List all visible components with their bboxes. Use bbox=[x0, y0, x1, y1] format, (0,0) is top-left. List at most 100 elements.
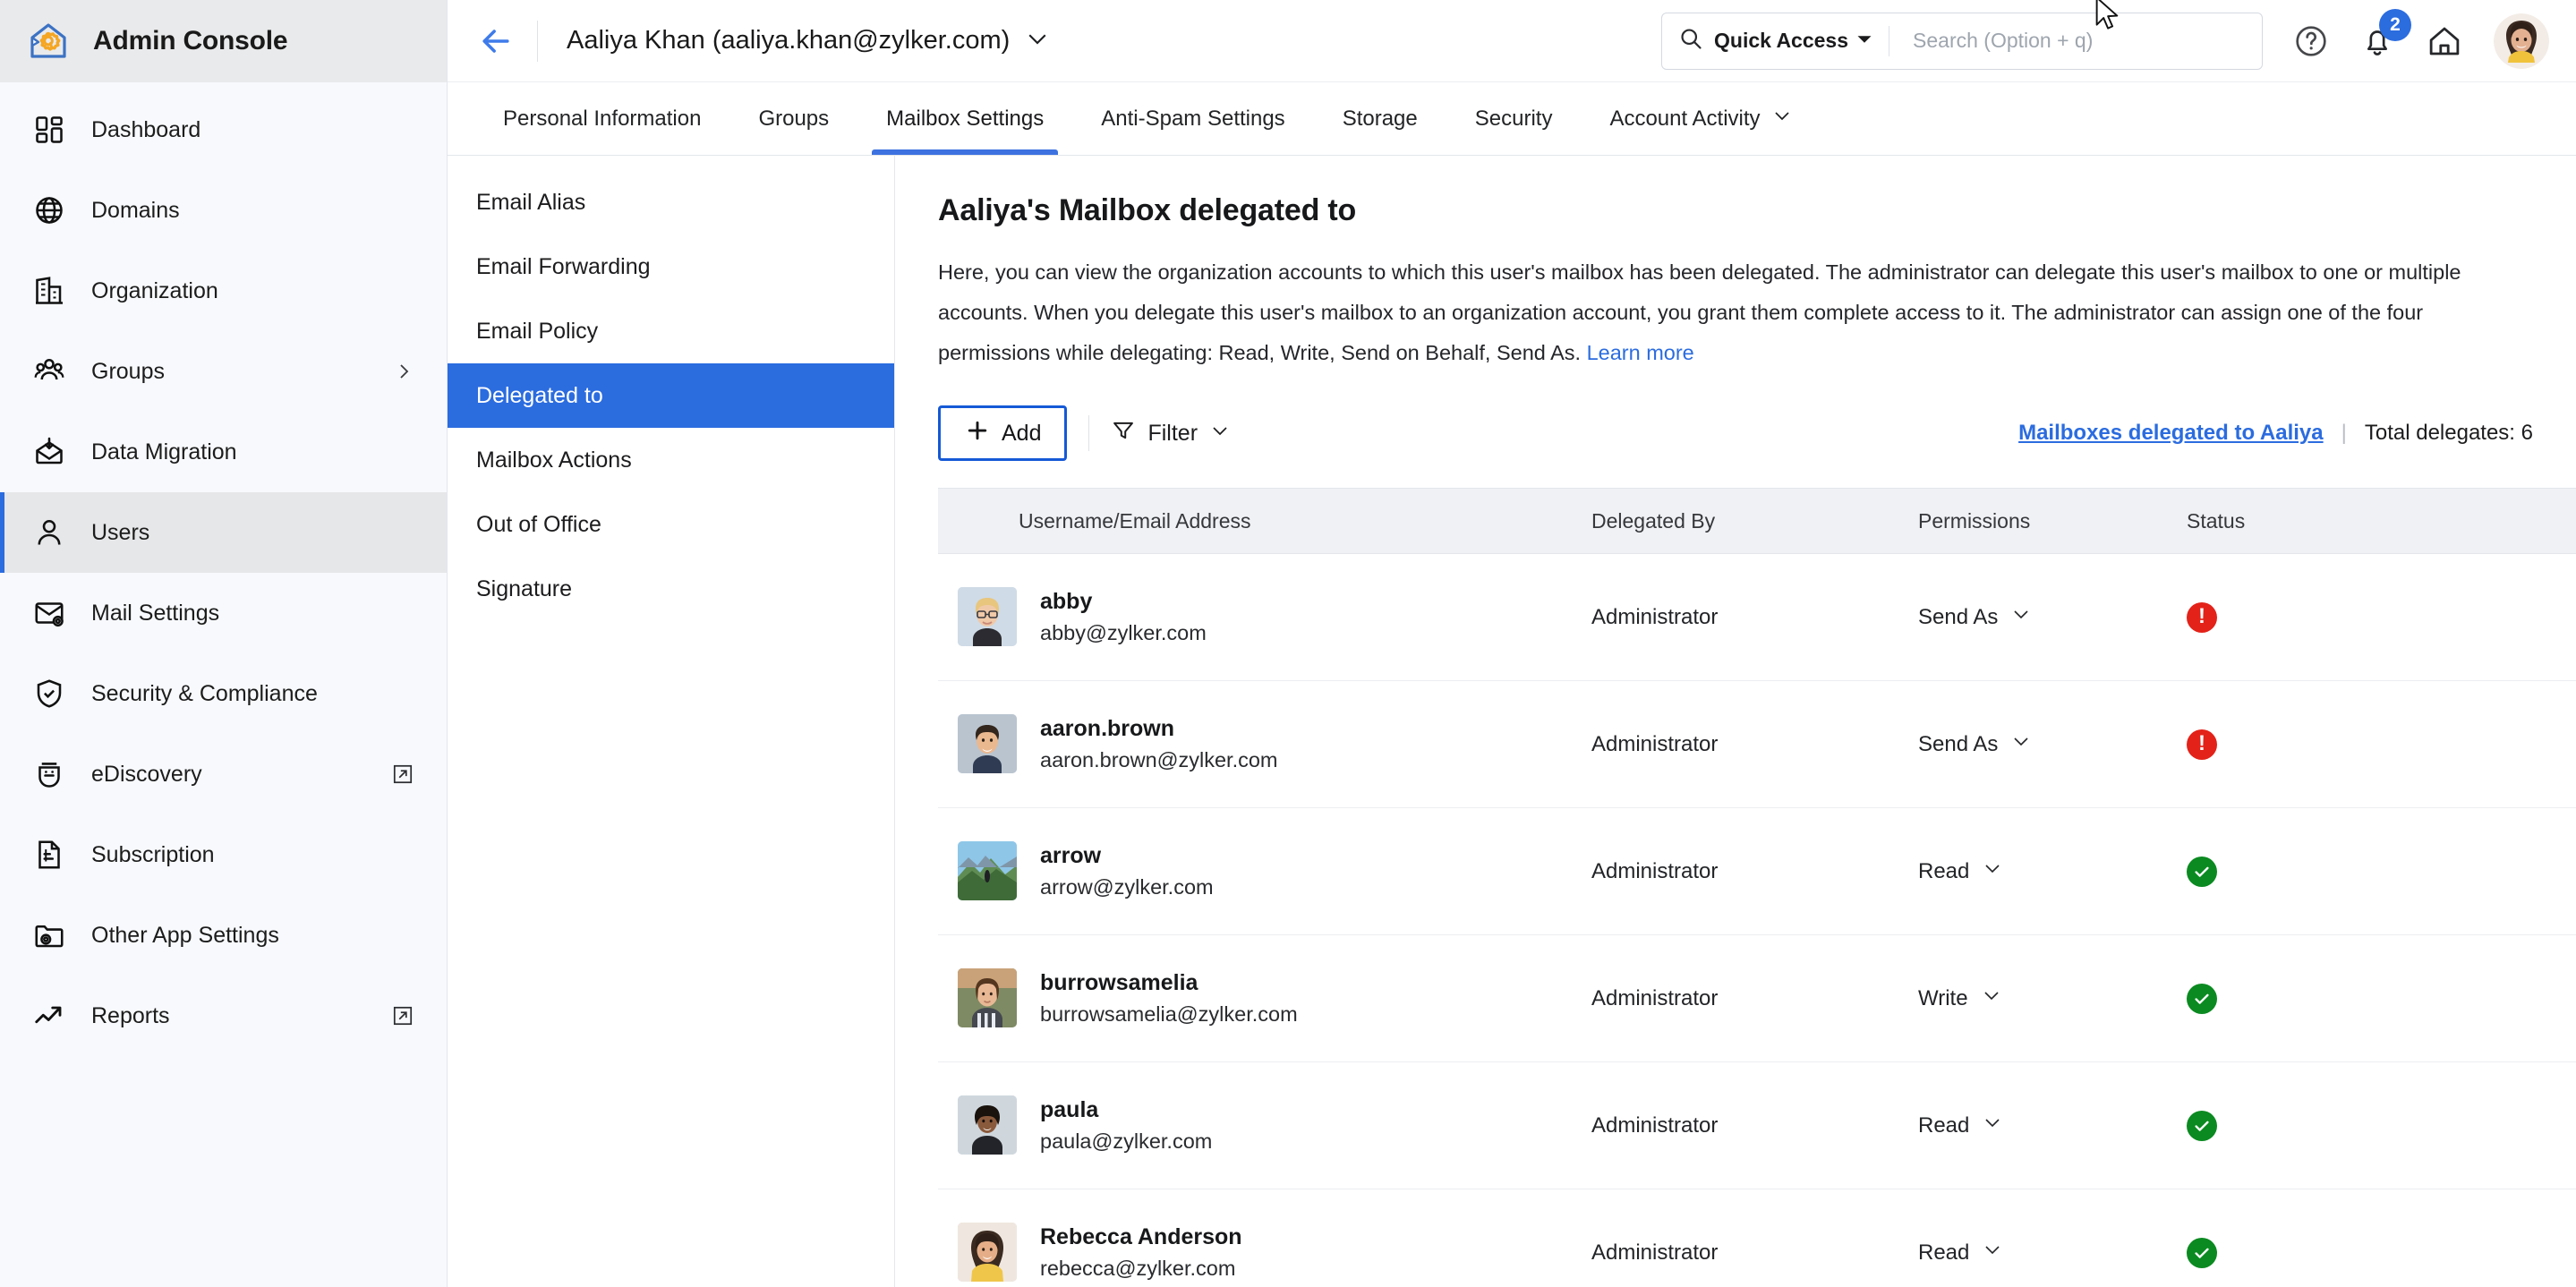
row-email: paula@zylker.com bbox=[1040, 1127, 1212, 1156]
sidebar-item-label: Groups bbox=[91, 359, 165, 385]
cell-username: abby abby@zylker.com bbox=[938, 586, 1591, 648]
sidebar-item-label: Mail Settings bbox=[91, 601, 219, 626]
back-arrow-icon[interactable] bbox=[460, 21, 532, 61]
submenu-item-email-forwarding[interactable]: Email Forwarding bbox=[448, 234, 894, 299]
sidebar-item-ediscovery[interactable]: eDiscovery bbox=[0, 734, 447, 814]
cell-username: arrow arrow@zylker.com bbox=[938, 840, 1591, 902]
filter-label: Filter bbox=[1147, 421, 1198, 447]
tab-anti-spam-settings[interactable]: Anti-Spam Settings bbox=[1072, 82, 1313, 155]
tab-account-activity[interactable]: Account Activity bbox=[1581, 82, 1821, 155]
page-title: Aaliya Khan (aaliya.khan@zylker.com) bbox=[567, 26, 1010, 55]
add-button[interactable]: Add bbox=[938, 405, 1067, 461]
cell-status bbox=[2187, 857, 2473, 887]
header-divider bbox=[537, 21, 538, 62]
body-split: Email Alias Email Forwarding Email Polic… bbox=[448, 156, 2576, 1287]
status-error-icon: ! bbox=[2187, 729, 2217, 760]
submenu-item-out-of-office[interactable]: Out of Office bbox=[448, 492, 894, 557]
sidebar-item-label: Organization bbox=[91, 278, 218, 304]
row-username: abby bbox=[1040, 586, 1207, 618]
submenu-item-email-policy[interactable]: Email Policy bbox=[448, 299, 894, 363]
sidebar-item-groups[interactable]: Groups bbox=[0, 331, 447, 412]
sidebar-item-label: Users bbox=[91, 520, 149, 546]
sidebar-item-other-app-settings[interactable]: Other App Settings bbox=[0, 895, 447, 976]
total-delegates-label: Total delegates: 6 bbox=[2365, 421, 2533, 446]
folder-gear-icon bbox=[30, 916, 68, 954]
filter-button[interactable]: Filter bbox=[1111, 418, 1231, 449]
search-input[interactable]: Search (Option + q) bbox=[1913, 29, 2093, 53]
chevron-down-icon bbox=[1771, 105, 1793, 132]
tab-storage[interactable]: Storage bbox=[1314, 82, 1446, 155]
table-row[interactable]: burrowsamelia burrowsamelia@zylker.com A… bbox=[938, 935, 2576, 1062]
cell-delegated-by: Administrator bbox=[1591, 605, 1918, 630]
sidebar-header[interactable]: Admin Console bbox=[0, 0, 447, 82]
help-circle-icon[interactable] bbox=[2293, 23, 2329, 59]
app-title: Admin Console bbox=[93, 26, 287, 56]
tab-label: Security bbox=[1475, 107, 1553, 132]
table-row[interactable]: abby abby@zylker.com Administrator Send … bbox=[938, 554, 2576, 681]
sidebar-item-users[interactable]: Users bbox=[0, 492, 447, 573]
row-username: Rebecca Anderson bbox=[1040, 1222, 1242, 1254]
caret-down-icon bbox=[1856, 29, 1872, 53]
status-ok-icon bbox=[2187, 1238, 2217, 1268]
cell-permission[interactable]: Write bbox=[1918, 984, 2187, 1012]
sidebar-item-organization[interactable]: Organization bbox=[0, 251, 447, 331]
cell-username: burrowsamelia burrowsamelia@zylker.com bbox=[938, 967, 1591, 1029]
sidebar-item-label: Security & Compliance bbox=[91, 681, 318, 707]
tab-groups[interactable]: Groups bbox=[729, 82, 857, 155]
sidebar-item-reports[interactable]: Reports bbox=[0, 976, 447, 1056]
tab-security[interactable]: Security bbox=[1446, 82, 1582, 155]
sidebar-item-data-migration[interactable]: Data Migration bbox=[0, 412, 447, 492]
cell-permission[interactable]: Read bbox=[1918, 857, 2187, 885]
submenu-item-signature[interactable]: Signature bbox=[448, 557, 894, 621]
tab-mailbox-settings[interactable]: Mailbox Settings bbox=[857, 82, 1072, 155]
cell-permission[interactable]: Read bbox=[1918, 1239, 2187, 1266]
submenu-item-mailbox-actions[interactable]: Mailbox Actions bbox=[448, 428, 894, 492]
submenu-item-email-alias[interactable]: Email Alias bbox=[448, 170, 894, 234]
table-search-icon[interactable] bbox=[2473, 507, 2576, 535]
mailboxes-delegated-link[interactable]: Mailboxes delegated to Aaliya bbox=[2018, 421, 2324, 446]
sidebar-item-domains[interactable]: Domains bbox=[0, 170, 447, 251]
user-identity: burrowsamelia burrowsamelia@zylker.com bbox=[1040, 967, 1298, 1029]
table-row[interactable]: aaron.brown aaron.brown@zylker.com Admin… bbox=[938, 681, 2576, 808]
column-header-permissions: Permissions bbox=[1918, 509, 2187, 533]
sidebar-item-subscription[interactable]: Subscription bbox=[0, 814, 447, 895]
bell-icon[interactable]: 2 bbox=[2359, 23, 2395, 59]
home-icon[interactable] bbox=[2426, 22, 2463, 60]
table-row[interactable]: Rebecca Anderson rebecca@zylker.com Admi… bbox=[938, 1189, 2576, 1287]
chevron-down-icon bbox=[2010, 730, 2032, 758]
cell-permission[interactable]: Send As bbox=[1918, 603, 2187, 631]
tab-label: Storage bbox=[1343, 107, 1418, 132]
submenu-item-delegated-to[interactable]: Delegated to bbox=[448, 363, 894, 428]
chevron-down-icon bbox=[1981, 984, 2002, 1012]
status-ok-icon bbox=[2187, 857, 2217, 887]
quick-access-dropdown[interactable]: Quick Access bbox=[1714, 29, 1872, 53]
trend-up-icon bbox=[30, 997, 68, 1035]
tab-personal-information[interactable]: Personal Information bbox=[474, 82, 729, 155]
sidebar-item-mail-settings[interactable]: Mail Settings bbox=[0, 573, 447, 653]
notification-badge: 2 bbox=[2379, 9, 2411, 41]
cell-status bbox=[2187, 1111, 2473, 1141]
status-error-icon: ! bbox=[2187, 602, 2217, 633]
global-search[interactable]: Quick Access Search (Option + q) bbox=[1661, 13, 2263, 70]
sidebar-item-security-compliance[interactable]: Security & Compliance bbox=[0, 653, 447, 734]
column-header-username: Username/Email Address bbox=[938, 509, 1591, 533]
submenu-label: Signature bbox=[476, 576, 572, 602]
cell-delegated-by: Administrator bbox=[1591, 732, 1918, 757]
permission-value: Read bbox=[1918, 1240, 1969, 1266]
status-ok-icon bbox=[2187, 984, 2217, 1014]
sidebar-nav: Dashboard Domains bbox=[0, 82, 447, 1056]
cell-permission[interactable]: Send As bbox=[1918, 730, 2187, 758]
cell-permission[interactable]: Read bbox=[1918, 1112, 2187, 1139]
sidebar-item-dashboard[interactable]: Dashboard bbox=[0, 89, 447, 170]
funnel-icon bbox=[1111, 418, 1136, 449]
top-bar-right: Quick Access Search (Option + q) bbox=[1661, 13, 2576, 70]
user-context-switcher[interactable]: Aaliya Khan (aaliya.khan@zylker.com) bbox=[543, 25, 1051, 56]
cell-status: ! bbox=[2187, 729, 2473, 760]
learn-more-link[interactable]: Learn more bbox=[1587, 341, 1694, 364]
chevron-right-icon bbox=[393, 361, 414, 382]
migration-icon bbox=[30, 433, 68, 471]
table-row[interactable]: arrow arrow@zylker.com Administrator Rea… bbox=[938, 808, 2576, 935]
avatar[interactable] bbox=[2494, 13, 2549, 69]
table-row[interactable]: paula paula@zylker.com Administrator Rea… bbox=[938, 1062, 2576, 1189]
toolbar-divider bbox=[1088, 415, 1089, 451]
